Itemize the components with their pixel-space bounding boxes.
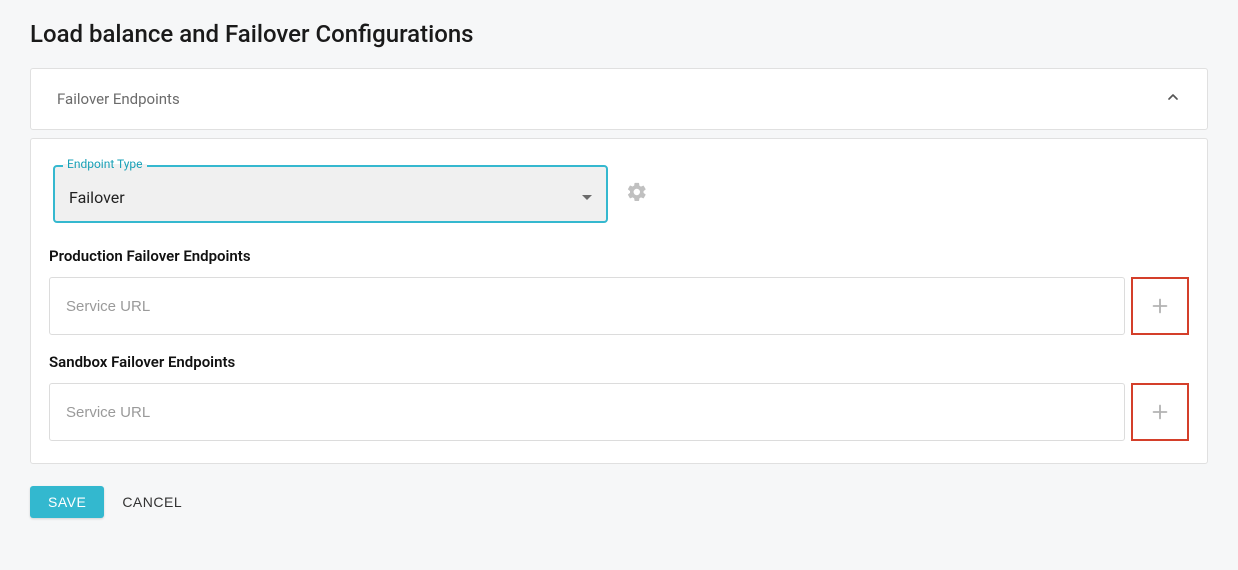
sandbox-url-row	[49, 383, 1189, 441]
endpoint-type-select[interactable]: Failover	[53, 165, 608, 223]
save-button[interactable]: SAVE	[30, 486, 104, 518]
endpoint-type-row: Endpoint Type Failover	[49, 165, 1189, 223]
add-production-endpoint-button[interactable]	[1131, 277, 1189, 335]
accordion-header[interactable]: Failover Endpoints	[31, 69, 1207, 129]
production-url-row	[49, 277, 1189, 335]
add-sandbox-endpoint-button[interactable]	[1131, 383, 1189, 441]
page-title: Load balance and Failover Configurations	[30, 20, 1208, 48]
endpoint-type-wrap: Endpoint Type Failover	[53, 165, 608, 223]
config-panel: Endpoint Type Failover Production Failov…	[30, 138, 1208, 464]
accordion-card: Failover Endpoints	[30, 68, 1208, 130]
sandbox-url-input[interactable]	[49, 383, 1125, 441]
production-section-label: Production Failover Endpoints	[49, 247, 1189, 265]
plus-icon	[1149, 401, 1171, 423]
sandbox-section-label: Sandbox Failover Endpoints	[49, 353, 1189, 371]
gear-icon[interactable]	[626, 181, 648, 207]
endpoint-type-legend: Endpoint Type	[63, 157, 147, 171]
chevron-up-icon	[1165, 89, 1181, 109]
cancel-button[interactable]: CANCEL	[122, 494, 182, 510]
endpoint-type-value: Failover	[69, 188, 125, 207]
dropdown-caret-icon	[582, 195, 592, 200]
plus-icon	[1149, 295, 1171, 317]
accordion-title: Failover Endpoints	[57, 90, 180, 108]
actions-row: SAVE CANCEL	[30, 486, 1208, 518]
production-url-input[interactable]	[49, 277, 1125, 335]
